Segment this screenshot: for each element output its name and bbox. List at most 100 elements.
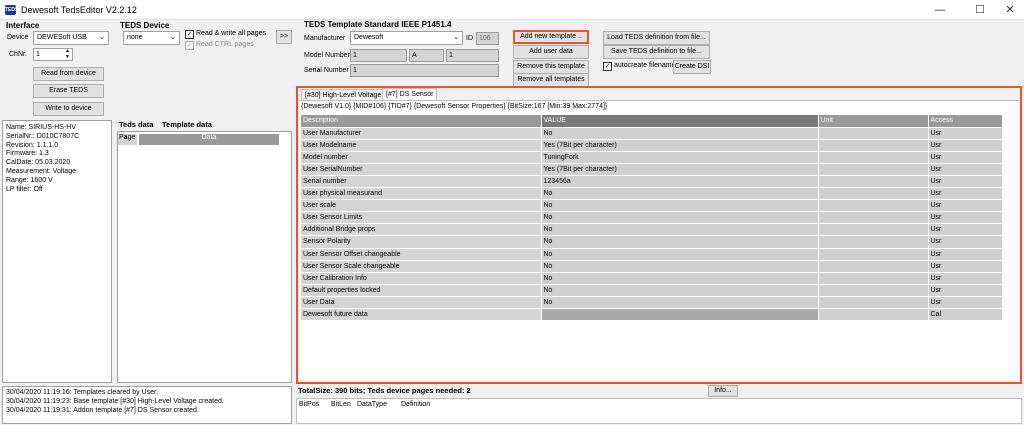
table-row[interactable]: User scale No Usr	[301, 199, 1003, 213]
remove-all-templates-button[interactable]: Remove all templates	[513, 73, 589, 87]
table-row[interactable]: User Sensor Scale changeable No Usr	[301, 260, 1003, 273]
row-value[interactable]: No	[541, 260, 819, 273]
row-unit	[818, 163, 929, 176]
row-access: Usr	[928, 139, 1003, 152]
row-value[interactable]: 123456a	[541, 175, 819, 189]
version-letter-field[interactable]: A	[409, 49, 444, 62]
row-value[interactable]: Yes (7Bit per character)	[541, 163, 819, 176]
write-to-device-button[interactable]: Write to device	[33, 102, 104, 116]
read-from-device-button[interactable]: Read from device	[33, 67, 104, 81]
row-value[interactable]: Yes (7Bit per character)	[541, 139, 819, 152]
table-row[interactable]: Dewesoft future data Cal	[301, 308, 1003, 322]
table-row[interactable]: User Sensor Limits No Usr	[301, 211, 1003, 225]
read-write-all-checkbox[interactable]: ✓	[185, 30, 194, 39]
version-number-field[interactable]: 1	[446, 49, 499, 62]
row-description: Default properties locked	[301, 284, 542, 297]
row-access: Usr	[928, 175, 1003, 189]
row-access: Usr	[928, 235, 1003, 249]
row-description: User Data	[301, 296, 542, 310]
device-select-value: DEWESoft USB	[37, 34, 87, 41]
row-access: Usr	[928, 151, 1003, 164]
model-number-field[interactable]: 1	[350, 49, 407, 62]
row-value[interactable]: No	[541, 272, 819, 285]
minimize-button[interactable]: —	[920, 0, 960, 20]
row-value[interactable]: No	[541, 199, 819, 213]
create-dsi-button[interactable]: Create DSI	[673, 60, 711, 74]
template-area: [#30] High-Level Voltage [#7] DS Sensor …	[296, 86, 1022, 384]
table-row[interactable]: User Sensor Offset changeable No Usr	[301, 248, 1003, 261]
window-title: Dewesoft TedsEditor V2.2.12	[21, 5, 137, 15]
row-description: Dewesoft future data	[301, 308, 542, 322]
row-description: Additional Bridge props	[301, 223, 542, 237]
row-value[interactable]	[541, 308, 819, 322]
row-unit	[818, 175, 929, 189]
teds-device-select[interactable]: none ⌄	[123, 31, 180, 45]
table-row[interactable]: User Calibration Info No Usr	[301, 272, 1003, 285]
table-row[interactable]: User Data No Usr	[301, 296, 1003, 310]
model-number-label: Model Number	[304, 52, 350, 59]
chnr-spinner[interactable]: 1 ▲ ▼	[33, 48, 73, 61]
interface-title: Interface	[6, 21, 40, 30]
row-description: User Manufacturer	[301, 127, 542, 140]
table-row[interactable]: Sensor Polarity No Usr	[301, 235, 1003, 249]
row-value[interactable]: No	[541, 187, 819, 201]
row-description: Model number	[301, 151, 542, 164]
row-unit	[818, 248, 929, 261]
row-description: User Sensor Offset changeable	[301, 248, 542, 261]
col-description: Description	[301, 115, 542, 128]
row-description: User SerialNumber	[301, 163, 542, 176]
grid-header-row: Description VALUE Unit Access	[301, 115, 1003, 128]
col-bitlen: BitLen	[331, 401, 351, 408]
table-row[interactable]: User Manufacturer No Usr	[301, 127, 1003, 140]
row-value[interactable]: TuningFork	[541, 151, 819, 164]
info-line: Name: SIRIUS-HS-HV	[6, 124, 77, 131]
serial-number-field[interactable]: 1	[350, 64, 499, 77]
add-user-data-button[interactable]: Add user data	[513, 45, 589, 59]
bit-definition-panel: BitPos BitLen DataType Definition	[296, 398, 1022, 424]
manufacturer-select[interactable]: Dewesoft ⌄	[350, 31, 463, 45]
close-button[interactable]: ✕	[990, 0, 1024, 20]
row-value[interactable]: No	[541, 127, 819, 140]
load-teds-button[interactable]: Load TEDS definition from file...	[603, 31, 710, 45]
col-value: VALUE	[541, 115, 819, 128]
tab-high-level-voltage[interactable]: [#30] High-Level Voltage	[301, 89, 386, 100]
info-line: Firmware: 1.3	[6, 150, 49, 158]
device-select[interactable]: DEWESoft USB ⌄	[33, 31, 109, 45]
tab-template-data[interactable]: Template data	[162, 120, 212, 129]
row-value[interactable]: No	[541, 223, 819, 237]
read-write-all-label: Read & write all pages	[196, 30, 267, 37]
row-description: User scale	[301, 199, 542, 213]
row-access: Usr	[928, 199, 1003, 213]
id-field[interactable]: 106	[476, 32, 499, 45]
table-row[interactable]: Default properties locked No Usr	[301, 284, 1003, 297]
remove-this-template-button[interactable]: Remove this template	[513, 60, 589, 74]
table-row[interactable]: Model number TuningFork Usr	[301, 151, 1003, 164]
col-unit: Unit	[818, 115, 929, 128]
autocreate-checkbox[interactable]: ✓	[603, 62, 612, 71]
erase-teds-button[interactable]: Erase TEDS	[33, 84, 104, 98]
table-row[interactable]: Additional Bridge props No Usr	[301, 223, 1003, 237]
col-datatype: DataType	[357, 401, 387, 408]
template-standard-title: TEDS Template Standard IEEE P1451.4	[304, 20, 452, 29]
row-value[interactable]: No	[541, 296, 819, 310]
row-value[interactable]: No	[541, 248, 819, 261]
row-unit	[818, 272, 929, 285]
transfer-button[interactable]: >>	[276, 30, 292, 44]
row-description: Sensor Polarity	[301, 235, 542, 249]
table-row[interactable]: User SerialNumber Yes (7Bit per character…	[301, 163, 1003, 176]
table-row[interactable]: User physical measurand No Usr	[301, 187, 1003, 201]
add-new-template-button[interactable]: Add new template ..	[513, 30, 589, 44]
read-ctrl-checkbox[interactable]: ✓	[185, 41, 194, 50]
properties-grid: Description VALUE Unit Access User Manuf…	[301, 115, 1003, 322]
spin-arrows-icon[interactable]: ▲ ▼	[65, 48, 70, 60]
table-row[interactable]: Serial number 123456a Usr	[301, 175, 1003, 189]
tab-teds-data[interactable]: Teds data	[119, 120, 153, 129]
save-teds-button[interactable]: Save TEDS definition to file...	[603, 45, 710, 59]
info-button[interactable]: Info...	[708, 385, 738, 397]
row-value[interactable]: No	[541, 211, 819, 225]
table-row[interactable]: User Modelname Yes (7Bit per character) Us…	[301, 139, 1003, 152]
row-value[interactable]: No	[541, 235, 819, 249]
row-value[interactable]: No	[541, 284, 819, 297]
info-line: LP filter: Off	[6, 185, 43, 193]
tab-ds-sensor[interactable]: [#7] DS Sensor	[382, 88, 438, 100]
